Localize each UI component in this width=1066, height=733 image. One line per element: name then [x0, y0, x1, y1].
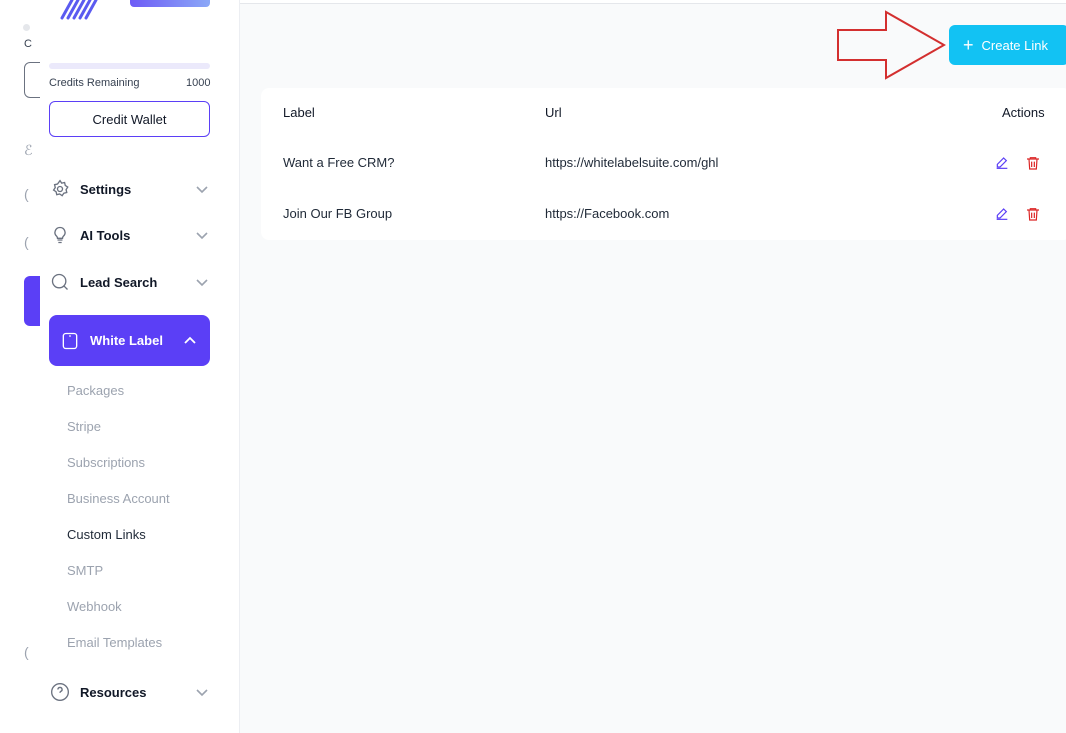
rail-icon[interactable]: ( — [24, 186, 29, 202]
rail-letter: C — [24, 38, 32, 50]
subnav-stripe[interactable]: Stripe — [67, 419, 101, 434]
rail-icon[interactable]: ( — [24, 234, 29, 250]
rail-icon[interactable]: ℰ — [24, 142, 32, 159]
search-icon — [49, 271, 71, 293]
help-circle-icon — [49, 681, 71, 703]
subnav-business-account[interactable]: Business Account — [67, 491, 170, 506]
chevron-down-icon — [194, 181, 210, 197]
column-header-label: Label — [283, 105, 315, 120]
tablet-icon — [59, 330, 81, 352]
column-header-actions: Actions — [1002, 105, 1045, 120]
credits-remaining-value: 1000 — [186, 77, 211, 89]
nav-label: Resources — [80, 684, 147, 700]
chevron-down-icon — [194, 684, 210, 700]
nav-lead-search[interactable]: Lead Search — [49, 264, 210, 300]
edit-icon[interactable] — [993, 205, 1011, 223]
nav-settings[interactable]: Settings — [49, 171, 210, 207]
create-link-button[interactable]: + Create Link — [949, 25, 1066, 65]
create-link-label: Create Link — [981, 37, 1048, 53]
nav-white-label[interactable]: White Label — [49, 315, 210, 366]
subnav-email-templates[interactable]: Email Templates — [67, 635, 162, 650]
nav-label: Settings — [80, 181, 132, 197]
credits-progress-bar — [49, 63, 210, 69]
chevron-down-icon — [194, 227, 210, 243]
subnav-webhook[interactable]: Webhook — [67, 599, 122, 614]
row-label: Join Our FB Group — [283, 206, 393, 221]
subnav-packages[interactable]: Packages — [67, 383, 124, 398]
subnav-smtp[interactable]: SMTP — [67, 563, 103, 578]
custom-links-table: Label Url Actions Want a Free CRM? https… — [261, 88, 1066, 240]
logo-bar — [130, 0, 210, 7]
row-label: Want a Free CRM? — [283, 155, 395, 170]
lightbulb-icon — [49, 224, 71, 246]
nav-label: AI Tools — [80, 227, 131, 243]
rail-dot — [23, 24, 30, 31]
gear-icon — [49, 178, 71, 200]
edit-icon[interactable] — [993, 154, 1011, 172]
annotation-arrow-icon — [837, 10, 946, 80]
plus-icon: + — [963, 35, 974, 55]
credit-wallet-button[interactable]: Credit Wallet — [49, 101, 210, 137]
row-url: https://whitelabelsuite.com/ghl — [545, 155, 719, 170]
nav-ai-tools[interactable]: AI Tools — [49, 217, 210, 253]
chevron-up-icon — [182, 333, 198, 349]
nav-resources[interactable]: Resources — [49, 674, 210, 710]
nav-label: Lead Search — [80, 274, 158, 290]
sidebar: Credits Remaining 1000 Credit Wallet Set… — [40, 0, 240, 733]
row-url: https://Facebook.com — [545, 206, 670, 221]
chevron-down-icon — [194, 274, 210, 290]
subnav-subscriptions[interactable]: Subscriptions — [67, 455, 145, 470]
credits-remaining-label: Credits Remaining — [49, 77, 140, 89]
delete-icon[interactable] — [1024, 205, 1042, 223]
logo-icon — [60, 0, 98, 20]
rail-icon[interactable]: ( — [24, 644, 29, 660]
column-header-url: Url — [545, 105, 562, 120]
top-bar-edge — [240, 0, 1066, 4]
delete-icon[interactable] — [1024, 154, 1042, 172]
nav-label: White Label — [90, 333, 163, 348]
subnav-custom-links[interactable]: Custom Links — [67, 527, 146, 542]
